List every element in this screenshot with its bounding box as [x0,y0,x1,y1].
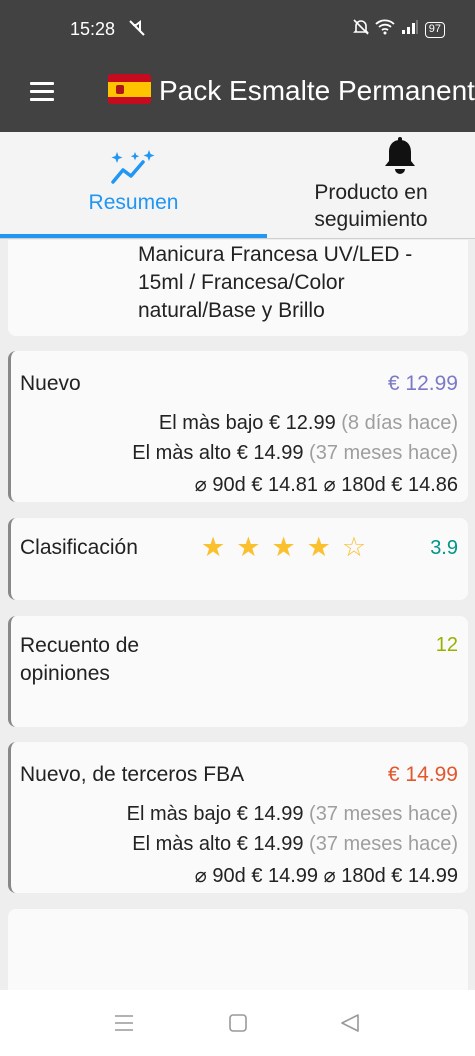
lowest-label: El màs bajo [158,412,264,434]
new-price-card[interactable]: Nuevo € 12.99 El màs bajo € 12.99 (8 día… [8,351,468,502]
avg180-value: € 14.99 [391,865,458,887]
home-icon[interactable] [228,1014,248,1037]
highest-label: El màs alto [132,833,232,855]
fba-price-value: € 14.99 [387,763,458,786]
wifi-icon [375,19,395,40]
rating-value: 3.9 [430,537,458,559]
lowest-value: € 14.99 [236,803,304,825]
fba-lowest-row: El màs bajo € 14.99 (37 meses hace) [127,803,458,826]
fba-highest-row: El màs alto € 14.99 (37 meses hace) [132,833,458,856]
reviews-value: 12 [435,634,458,656]
new-average-row: ⌀ 90d € 14.81 ⌀ 180d € 14.86 [195,472,458,497]
reviews-card[interactable]: Recuento de opiniones 12 [8,616,468,727]
new-lowest-row: El màs bajo € 12.99 (8 días hace) [159,412,458,435]
lowest-when: (37 meses hace) [309,803,458,825]
highest-label: El màs alto [132,442,232,464]
star-empty-icon: ☆ [341,532,367,562]
lowest-value: € 12.99 [268,412,336,434]
battery-indicator: 97 [424,21,445,38]
system-nav-bar [0,990,475,1056]
fba-average-row: ⌀ 90d € 14.99 ⌀ 180d € 14.99 [195,863,458,888]
tab-summary-label: Resumen [88,191,179,214]
avg90-label: ⌀ 90d [194,865,246,887]
notifications-off-icon [352,18,369,41]
status-bar: 15:28 97 [0,0,475,60]
star-filled-icon: ★ [201,532,226,562]
highest-value: € 14.99 [236,442,304,464]
status-icons: 97 [352,18,445,41]
highest-when: (37 meses hace) [309,833,458,855]
new-highest-row: El màs alto € 14.99 (37 meses hace) [132,442,458,465]
star-filled-icon: ★ [271,532,296,562]
tab-tracking-label: Producto en seguimiento [314,181,428,231]
recents-icon[interactable] [114,1014,134,1037]
new-price-value: € 12.99 [387,372,458,395]
lowest-when: (8 días hace) [341,412,458,434]
tab-tracking[interactable]: Producto en seguimiento [267,132,475,239]
star-filled-icon: ★ [236,532,261,562]
rating-label: Clasificación [20,536,138,559]
tab-bar: Resumen Producto en seguimiento [0,132,475,239]
product-title: Pack Esmalte Permanente [159,75,475,106]
chart-sparkle-icon [109,150,157,191]
highest-when: (37 meses hace) [309,442,458,464]
avg180-label: ⌀ 180d [323,865,386,887]
lowest-label: El màs bajo [126,803,232,825]
app-bar: Pack Esmalte Permanente [0,60,475,132]
avg180-value: € 14.86 [391,474,458,496]
product-title-text: Manicura Francesa UV/LED - 15ml / France… [138,243,413,322]
avg180-label: ⌀ 180d [323,474,386,496]
new-price-label: Nuevo [20,372,81,395]
fba-price-card[interactable]: Nuevo, de terceros FBA € 14.99 El màs ba… [8,742,468,893]
back-icon[interactable] [340,1014,360,1037]
fba-label: Nuevo, de terceros FBA [20,763,245,786]
rating-card[interactable]: Clasificación ★ ★ ★ ★ ☆ 3.9 [8,518,468,600]
mute-icon [127,18,147,43]
star-rating: ★ ★ ★ ★ ☆ [201,532,366,563]
spain-flag-icon [108,74,151,104]
highest-value: € 14.99 [236,833,304,855]
hamburger-icon[interactable] [30,82,54,104]
tab-divider [0,238,475,239]
empty-card [8,909,468,999]
avg90-value: € 14.81 [251,474,319,496]
avg90-label: ⌀ 90d [194,474,246,496]
tab-summary[interactable]: Resumen [0,132,267,239]
avg90-value: € 14.99 [251,865,319,887]
reviews-label: Recuento de opiniones [20,634,140,685]
status-time: 15:28 [70,19,116,39]
signal-icon [401,19,419,40]
bell-icon [382,136,418,181]
star-filled-icon: ★ [306,532,331,562]
